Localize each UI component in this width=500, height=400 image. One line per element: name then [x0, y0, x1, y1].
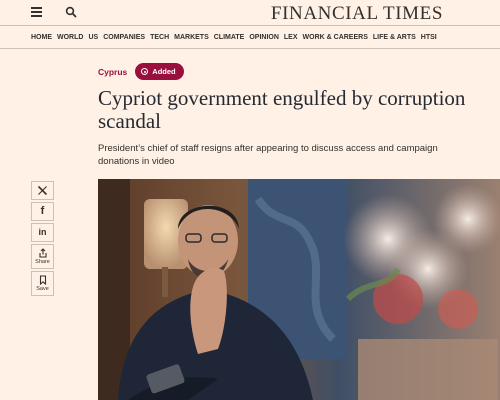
linkedin-icon: in — [38, 227, 47, 237]
share-x-button[interactable] — [31, 181, 54, 200]
share-button[interactable]: Share — [31, 244, 54, 269]
masthead: FINANCIAL TIMES — [0, 0, 500, 26]
check-circle-icon — [141, 68, 149, 75]
article-headline: Cypriot government engulfed by corruptio… — [98, 86, 466, 133]
share-linkedin-button[interactable]: in — [31, 223, 54, 242]
share-bar: f in Share Save — [31, 181, 54, 298]
topic-row: Cyprus Added — [98, 63, 184, 80]
nav-item-htsi[interactable]: HTSI — [421, 34, 437, 41]
nav-item-work-careers[interactable]: WORK & CAREERS — [303, 34, 368, 41]
nav-item-life-arts[interactable]: LIFE & ARTS — [373, 34, 416, 41]
nav-item-tech[interactable]: TECH — [150, 34, 169, 41]
topic-link[interactable]: Cyprus — [98, 67, 127, 77]
bookmark-icon — [39, 275, 46, 285]
facebook-icon: f — [40, 205, 45, 217]
hero-image — [98, 179, 500, 400]
article-standfirst: President’s chief of staff resigns after… — [98, 143, 438, 167]
added-badge[interactable]: Added — [135, 63, 184, 80]
nav-item-home[interactable]: HOME — [31, 34, 52, 41]
save-button[interactable]: Save — [31, 271, 54, 296]
nav-item-opinion[interactable]: OPINION — [249, 34, 279, 41]
menu-icon[interactable] — [31, 7, 42, 17]
hero-photo-illustration — [98, 179, 500, 400]
main-nav: HOME WORLD US COMPANIES TECH MARKETS CLI… — [0, 27, 500, 49]
ft-logo[interactable]: FINANCIAL TIMES — [271, 3, 443, 25]
save-label: Save — [36, 286, 49, 292]
share-icon — [38, 248, 47, 258]
nav-item-climate[interactable]: CLIMATE — [214, 34, 245, 41]
added-badge-label: Added — [152, 67, 176, 76]
nav-item-companies[interactable]: COMPANIES — [103, 34, 145, 41]
nav-item-lex[interactable]: LEX — [284, 34, 298, 41]
x-icon — [37, 185, 48, 196]
share-label: Share — [35, 259, 50, 265]
search-icon[interactable] — [65, 6, 77, 18]
nav-item-us[interactable]: US — [88, 34, 98, 41]
nav-item-markets[interactable]: MARKETS — [174, 34, 209, 41]
share-facebook-button[interactable]: f — [31, 202, 54, 221]
nav-item-world[interactable]: WORLD — [57, 34, 83, 41]
